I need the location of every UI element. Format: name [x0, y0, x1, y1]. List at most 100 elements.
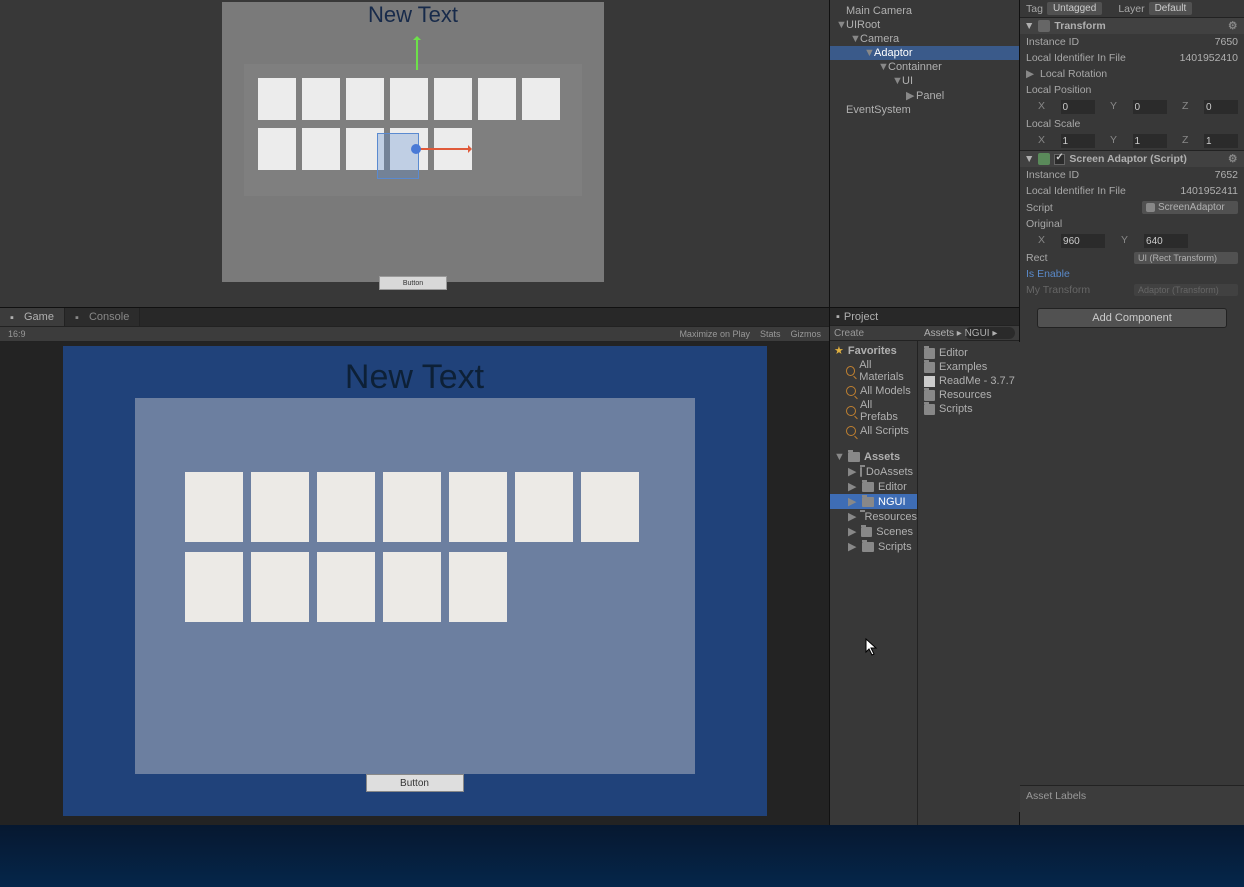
hierarchy-item-camera[interactable]: ▼Camera: [830, 32, 1019, 46]
scale-y[interactable]: [1133, 134, 1167, 148]
scene-canvas[interactable]: New Text Button: [222, 2, 604, 282]
folder-editor[interactable]: ▶Editor: [830, 479, 917, 494]
tab-console[interactable]: ▪Console: [65, 308, 140, 326]
game-grid-cell[interactable]: [185, 552, 243, 622]
game-toolbar-gizmos[interactable]: Gizmos: [790, 329, 821, 339]
scale-x[interactable]: [1061, 134, 1095, 148]
favorite-all-materials[interactable]: All Materials: [830, 358, 917, 384]
file-resources[interactable]: Resources: [922, 388, 1018, 402]
project-tab[interactable]: ▪ Project: [830, 308, 1019, 325]
gizmo-x-axis[interactable]: [418, 148, 470, 150]
add-component-button[interactable]: Add Component: [1037, 308, 1227, 328]
assets-header[interactable]: ▼Assets: [830, 450, 917, 464]
aspect-dropdown[interactable]: 16:9: [8, 329, 26, 339]
scene-grid-cell[interactable]: [258, 128, 296, 170]
component-enabled-checkbox[interactable]: [1054, 154, 1065, 165]
game-grid-cell[interactable]: [383, 552, 441, 622]
script-field[interactable]: ScreenAdaptor: [1142, 201, 1238, 214]
layer-dropdown[interactable]: Default: [1149, 2, 1193, 15]
hierarchy-item-panel[interactable]: ▶Panel: [830, 88, 1019, 103]
scene-grid-cell[interactable]: [302, 128, 340, 170]
scene-grid-cell[interactable]: [478, 78, 516, 120]
game-grid-cell[interactable]: [515, 472, 573, 542]
game-grid-cell[interactable]: [449, 552, 507, 622]
tab-game[interactable]: ▪Game: [0, 308, 65, 326]
gear-icon[interactable]: ⚙: [1228, 20, 1240, 32]
expand-icon[interactable]: ▶: [848, 480, 858, 493]
favorites-header[interactable]: ★Favorites: [830, 343, 917, 358]
gizmo-center[interactable]: [411, 144, 421, 154]
scene-grid-cell[interactable]: [346, 78, 384, 120]
hierarchy-item-ui[interactable]: ▼UI: [830, 74, 1019, 88]
expand-icon[interactable]: ▼: [1024, 153, 1034, 165]
expand-icon[interactable]: ▶: [848, 510, 856, 523]
favorite-all-models[interactable]: All Models: [830, 384, 917, 398]
favorite-all-prefabs[interactable]: All Prefabs: [830, 398, 917, 424]
game-grid-cell[interactable]: [251, 552, 309, 622]
hierarchy-item-main camera[interactable]: Main Camera: [830, 4, 1019, 18]
expand-icon[interactable]: ▶: [906, 89, 916, 102]
folder-doassets[interactable]: ▶DoAssets: [830, 464, 917, 479]
file-scripts[interactable]: Scripts: [922, 402, 1018, 416]
inspector-panel[interactable]: Tag Untagged Layer Default ▼ Transform ⚙…: [1020, 0, 1244, 825]
hierarchy-item-eventsystem[interactable]: EventSystem: [830, 103, 1019, 117]
game-grid-cell[interactable]: [317, 472, 375, 542]
gizmo-y-axis[interactable]: [416, 38, 418, 70]
scene-grid-cell[interactable]: [258, 78, 296, 120]
expand-icon[interactable]: ▼: [834, 451, 844, 463]
project-breadcrumb[interactable]: Assets ▸ NGUI ▸: [922, 326, 999, 341]
game-grid-cell[interactable]: [449, 472, 507, 542]
expand-icon[interactable]: ▶: [848, 540, 858, 553]
game-button[interactable]: Button: [366, 774, 464, 792]
folder-resources[interactable]: ▶Resources: [830, 509, 917, 524]
game-grid-cell[interactable]: [383, 472, 441, 542]
selection-rect[interactable]: [378, 134, 418, 178]
hierarchy-panel[interactable]: Main Camera▼UIRoot▼Camera▼Adaptor▼Contai…: [830, 0, 1020, 308]
expand-icon[interactable]: ▼: [836, 19, 846, 31]
expand-icon[interactable]: ▼: [1024, 20, 1034, 32]
project-folder-tree[interactable]: ★FavoritesAll MaterialsAll ModelsAll Pre…: [830, 341, 918, 825]
transform-header[interactable]: ▼ Transform ⚙: [1020, 17, 1244, 34]
rect-field[interactable]: UI (Rect Transform): [1134, 252, 1238, 264]
file-readme-3-7-7[interactable]: ReadMe - 3.7.7: [922, 374, 1018, 388]
create-dropdown[interactable]: Create: [834, 328, 864, 339]
expand-icon[interactable]: ▼: [864, 47, 874, 59]
folder-ngui[interactable]: ▶NGUI: [830, 494, 917, 509]
scene-button[interactable]: Button: [379, 276, 447, 290]
expand-icon[interactable]: ▼: [892, 75, 902, 87]
hierarchy-item-containner[interactable]: ▼Containner: [830, 60, 1019, 74]
folder-scripts[interactable]: ▶Scripts: [830, 539, 917, 554]
scene-grid-cell[interactable]: [434, 78, 472, 120]
hierarchy-item-adaptor[interactable]: ▼Adaptor: [830, 46, 1019, 60]
expand-icon[interactable]: ▶: [848, 525, 857, 538]
scene-grid-cell[interactable]: [302, 78, 340, 120]
game-grid-cell[interactable]: [317, 552, 375, 622]
expand-icon[interactable]: ▶: [1026, 68, 1036, 80]
game-toolbar-stats[interactable]: Stats: [760, 329, 781, 339]
transform-gizmo[interactable]: [412, 66, 422, 76]
scene-grid-cell[interactable]: [522, 78, 560, 120]
expand-icon[interactable]: ▼: [878, 61, 888, 73]
game-grid-cell[interactable]: [581, 472, 639, 542]
pos-z[interactable]: [1204, 100, 1238, 114]
game-view[interactable]: New Text Button: [0, 342, 829, 825]
pos-x[interactable]: [1061, 100, 1095, 114]
folder-scenes[interactable]: ▶Scenes: [830, 524, 917, 539]
file-editor[interactable]: Editor: [922, 346, 1018, 360]
scene-view[interactable]: New Text Button: [0, 0, 830, 308]
scale-z[interactable]: [1204, 134, 1238, 148]
game-grid-cell[interactable]: [185, 472, 243, 542]
expand-icon[interactable]: ▶: [848, 465, 856, 478]
favorite-all-scripts[interactable]: All Scripts: [830, 424, 917, 438]
file-examples[interactable]: Examples: [922, 360, 1018, 374]
expand-icon[interactable]: ▶: [848, 495, 858, 508]
orig-y[interactable]: [1144, 234, 1188, 248]
game-grid-cell[interactable]: [251, 472, 309, 542]
hierarchy-item-uiroot[interactable]: ▼UIRoot: [830, 18, 1019, 32]
my-transform-field[interactable]: Adaptor (Transform): [1134, 284, 1238, 296]
orig-x[interactable]: [1061, 234, 1105, 248]
game-toolbar-maximize-on-play[interactable]: Maximize on Play: [679, 329, 750, 339]
expand-icon[interactable]: ▼: [850, 33, 860, 45]
project-file-list[interactable]: EditorExamplesReadMe - 3.7.7ResourcesScr…: [920, 342, 1020, 812]
pos-y[interactable]: [1133, 100, 1167, 114]
